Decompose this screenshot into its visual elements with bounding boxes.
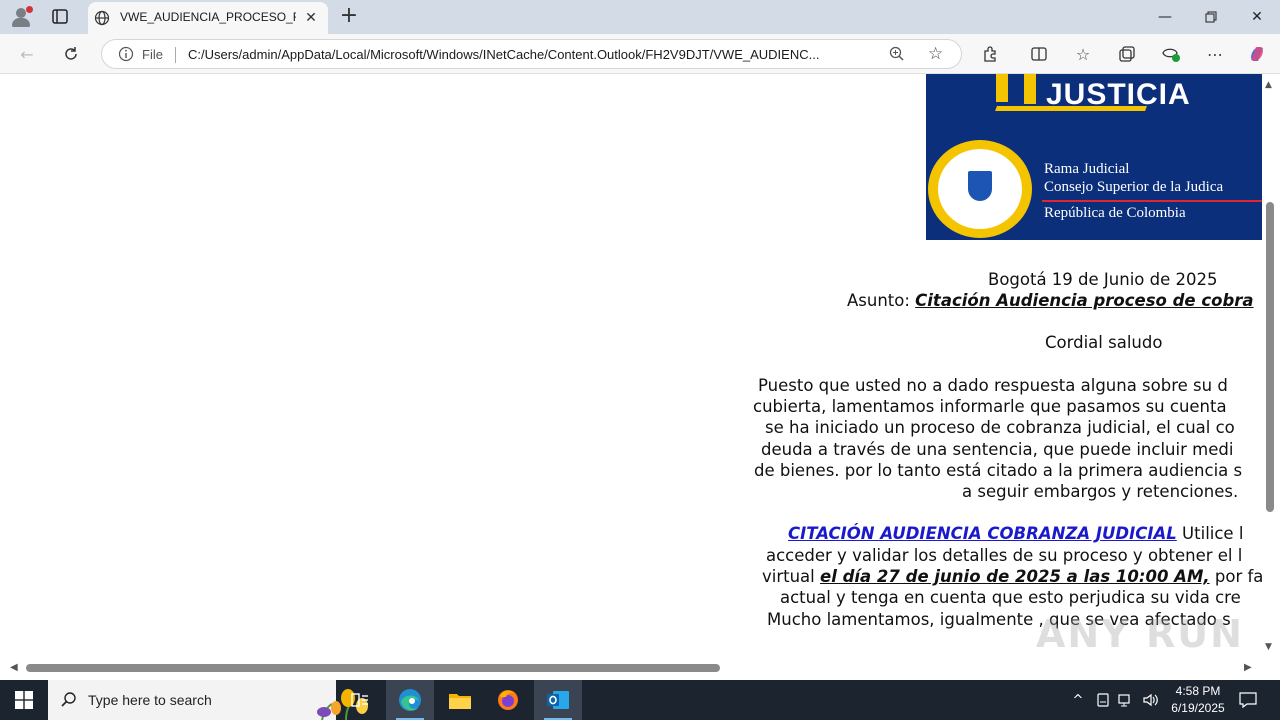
scroll-right-icon[interactable]: ▶ — [1244, 662, 1252, 673]
show-hidden-icons-icon[interactable]: ^ — [1068, 680, 1088, 720]
justice-banner: JUSTICIA Rama Judicial Consejo Superior … — [926, 74, 1262, 240]
back-arrow-icon[interactable]: ← — [16, 43, 38, 65]
windows-start-icon[interactable] — [0, 680, 48, 720]
letter-date: Bogotá 19 de Junio de 2025 — [988, 270, 1218, 289]
profile-icon[interactable] — [10, 6, 33, 28]
search-placeholder: Type here to search — [88, 692, 212, 708]
watermark: ANY RUN — [1036, 612, 1244, 656]
restore-button[interactable] — [1188, 0, 1234, 34]
scroll-down-icon[interactable]: ▼ — [1265, 642, 1272, 652]
tab-close-icon[interactable]: ✕ — [302, 9, 320, 27]
scheme-label: File — [142, 47, 163, 62]
favorite-star-icon[interactable]: ☆ — [928, 44, 943, 64]
banner-country: República de Colombia — [1044, 205, 1186, 221]
info-icon[interactable] — [118, 46, 134, 66]
search-icon — [60, 691, 78, 713]
banner-subtitle: Rama Judicial Consejo Superior de la Jud… — [1044, 161, 1224, 195]
page-content: JUSTICIA Rama Judicial Consejo Superior … — [0, 74, 1262, 660]
device-icon[interactable] — [1094, 680, 1112, 720]
paragraph-line: de bienes. por lo tanto está citado a la… — [754, 461, 1243, 480]
paragraph-line: se ha iniciado un proceso de cobranza ju… — [765, 418, 1235, 437]
favorites-icon[interactable]: ☆ — [1072, 43, 1094, 65]
paragraph-line: virtual el día 27 de junio de 2025 a las… — [762, 567, 1262, 586]
paragraph-line: actual y tenga en cuenta que esto perjud… — [780, 588, 1241, 607]
colombia-seal-icon — [928, 140, 1032, 238]
task-view-icon[interactable] — [336, 680, 384, 720]
close-window-button[interactable]: ✕ — [1234, 0, 1280, 34]
horizontal-scroll-thumb[interactable] — [26, 664, 720, 672]
vertical-scroll-thumb[interactable] — [1266, 202, 1274, 512]
scroll-up-icon[interactable]: ▲ — [1265, 80, 1272, 90]
minimize-button[interactable]: — — [1142, 0, 1188, 34]
banner-title: JUSTICIA — [1046, 78, 1191, 111]
split-screen-icon[interactable] — [1028, 43, 1050, 65]
firefox-icon[interactable] — [484, 680, 532, 720]
tab-actions-icon[interactable] — [50, 8, 70, 26]
divider — [175, 47, 176, 63]
refresh-icon[interactable] — [60, 43, 82, 65]
paragraph-line: a seguir embargos y retenciones. — [962, 482, 1239, 501]
taskbar: Type here to search ^ 4:58 PM 6/19/2025 — [0, 680, 1280, 721]
more-options-icon[interactable]: ⋯ — [1204, 43, 1226, 65]
paragraph-line: acceder y validar los detalles de su pro… — [766, 546, 1243, 565]
citation-link[interactable]: CITACIÓN AUDIENCIA COBRANZA JUDICIAL — [788, 524, 1177, 543]
letter-greeting: Cordial saludo — [1045, 333, 1163, 352]
browser-essentials-icon[interactable] — [1160, 43, 1182, 65]
address-toolbar: ← File C:/Users/admin/AppData/Local/Micr… — [0, 34, 1280, 74]
edge-icon[interactable] — [386, 680, 434, 720]
vertical-scrollbar[interactable]: ▲ ▼ — [1262, 74, 1280, 660]
taskbar-clock[interactable]: 4:58 PM 6/19/2025 — [1160, 683, 1236, 717]
horizontal-scrollbar[interactable]: ◀ ▶ — [0, 660, 1280, 680]
paragraph-line: Puesto que usted no a dado respuesta alg… — [758, 376, 1228, 395]
url-text[interactable]: C:/Users/admin/AppData/Local/Microsoft/W… — [188, 47, 878, 62]
outlook-icon[interactable] — [534, 680, 582, 720]
tab-active[interactable]: VWE_AUDIENCIA_PROCESO_REF ✕ — [88, 2, 328, 34]
zoom-icon[interactable] — [888, 45, 906, 67]
volume-icon[interactable] — [1140, 680, 1162, 720]
extensions-icon[interactable] — [980, 43, 1002, 65]
tab-strip: VWE_AUDIENCIA_PROCESO_REF ✕ + — ✕ — [0, 0, 1280, 34]
notifications-icon[interactable] — [1236, 680, 1260, 720]
address-bar[interactable]: File C:/Users/admin/AppData/Local/Micros… — [101, 39, 962, 69]
scroll-left-icon[interactable]: ◀ — [10, 662, 18, 673]
globe-icon — [94, 10, 110, 30]
new-tab-button[interactable]: + — [338, 5, 360, 28]
tab-title: VWE_AUDIENCIA_PROCESO_REF — [120, 10, 296, 24]
file-explorer-icon[interactable] — [436, 680, 484, 720]
copilot-icon[interactable] — [1246, 43, 1268, 65]
letter-subject: Asunto: Citación Audiencia proceso de co… — [847, 291, 1254, 310]
collections-icon[interactable] — [1116, 43, 1138, 65]
browser-window: VWE_AUDIENCIA_PROCESO_REF ✕ + — ✕ ← File… — [0, 0, 1280, 680]
paragraph-line: deuda a través de una sentencia, que pue… — [761, 440, 1234, 459]
citation-line: CITACIÓN AUDIENCIA COBRANZA JUDICIAL Uti… — [788, 524, 1244, 543]
network-icon[interactable] — [1116, 680, 1136, 720]
taskbar-search[interactable]: Type here to search — [48, 680, 368, 721]
paragraph-line: cubierta, lamentamos informarle que pasa… — [753, 397, 1227, 416]
